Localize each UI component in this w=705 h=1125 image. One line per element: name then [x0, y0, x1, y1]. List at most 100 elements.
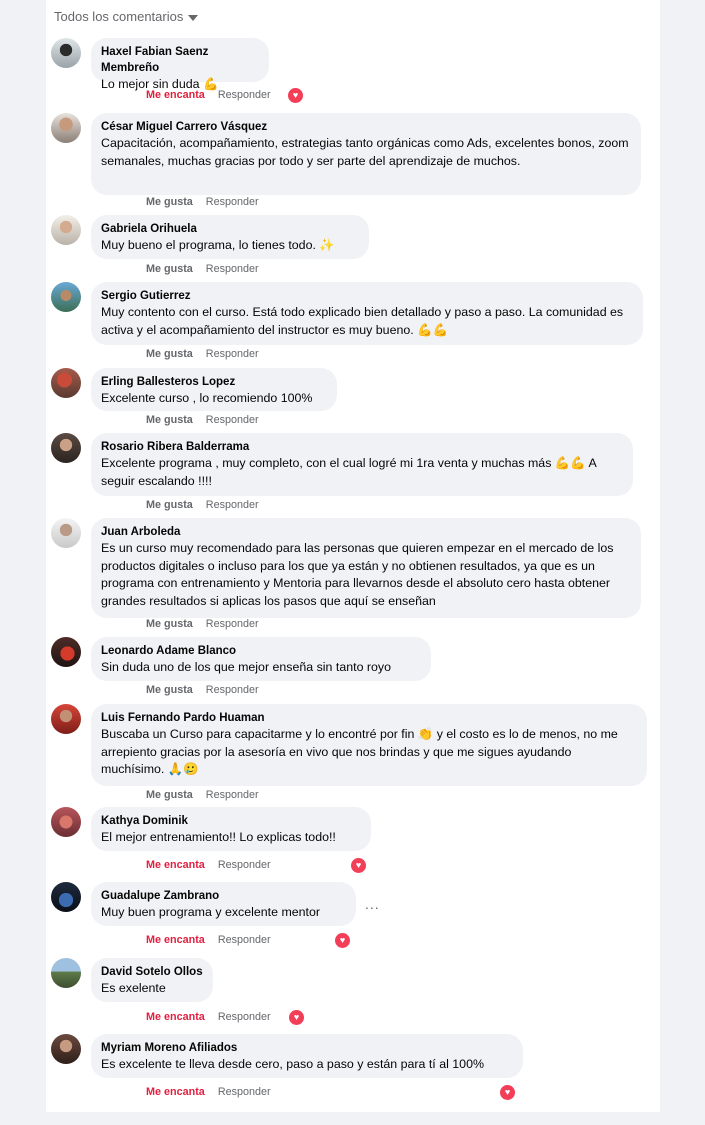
- reply-button[interactable]: Responder: [206, 499, 259, 511]
- reply-button[interactable]: Responder: [218, 934, 271, 946]
- reply-button[interactable]: Responder: [218, 1011, 271, 1023]
- love-button[interactable]: Me encanta: [146, 859, 205, 871]
- comment-actions: Me gusta Responder: [146, 196, 259, 208]
- avatar[interactable]: [51, 958, 81, 988]
- like-button[interactable]: Me gusta: [146, 789, 193, 801]
- comment-bubble: Luis Fernando Pardo Huaman Buscaba un Cu…: [91, 704, 647, 786]
- comment-bubble: Rosario Ribera Balderrama Excelente prog…: [91, 433, 633, 496]
- comment: Haxel Fabian Saenz Membreño Lo mejor sin…: [51, 38, 651, 113]
- comment-filter-dropdown[interactable]: Todos los comentarios: [54, 9, 199, 24]
- comment-author[interactable]: César Miguel Carrero Vásquez: [101, 119, 631, 135]
- reply-button[interactable]: Responder: [206, 348, 259, 360]
- like-button[interactable]: Me gusta: [146, 684, 193, 696]
- comment-actions: Me encanta Responder: [146, 1086, 271, 1098]
- comment-bubble: Guadalupe Zambrano Muy buen programa y e…: [91, 882, 356, 926]
- comment-author[interactable]: Haxel Fabian Saenz Membreño: [101, 44, 259, 76]
- comment-author[interactable]: Kathya Dominik: [101, 813, 361, 829]
- reply-button[interactable]: Responder: [206, 263, 259, 275]
- reply-button[interactable]: Responder: [206, 196, 259, 208]
- avatar[interactable]: [51, 368, 81, 398]
- avatar[interactable]: [51, 704, 81, 734]
- comment-text: Excelente curso , lo recomiendo 100%: [101, 391, 313, 405]
- love-reaction-icon[interactable]: ♥: [335, 933, 350, 948]
- comment: Gabriela Orihuela Muy bueno el programa,…: [51, 215, 651, 280]
- comment-actions: Me encanta Responder: [146, 934, 271, 946]
- reply-button[interactable]: Responder: [206, 789, 259, 801]
- comment-text: Es exelente: [101, 981, 166, 995]
- reply-button[interactable]: Responder: [206, 414, 259, 426]
- comment-text: Es excelente te lleva desde cero, paso a…: [101, 1057, 484, 1071]
- comment-text: Muy buen programa y excelente mentor: [101, 905, 321, 919]
- comment-bubble: Kathya Dominik El mejor entrenamiento!! …: [91, 807, 371, 851]
- comment-text: Capacitación, acompañamiento, estrategia…: [101, 136, 629, 168]
- comment: Leonardo Adame Blanco Sin duda uno de lo…: [51, 637, 651, 702]
- comment-text: Buscaba un Curso para capacitarme y lo e…: [101, 727, 618, 776]
- comment-bubble: Myriam Moreno Afiliados Es excelente te …: [91, 1034, 523, 1078]
- comment: César Miguel Carrero Vásquez Capacitació…: [51, 113, 651, 213]
- avatar[interactable]: [51, 282, 81, 312]
- like-button[interactable]: Me gusta: [146, 196, 193, 208]
- avatar[interactable]: [51, 637, 81, 667]
- comment-author[interactable]: Myriam Moreno Afiliados: [101, 1040, 513, 1056]
- comment-author[interactable]: Sergio Gutierrez: [101, 288, 633, 304]
- comment: David Sotelo Ollos Es exelente Me encant…: [51, 958, 651, 1028]
- comment-text: Excelente programa , muy completo, con e…: [101, 456, 597, 488]
- comment-text: El mejor entrenamiento!! Lo explicas tod…: [101, 830, 336, 844]
- avatar[interactable]: [51, 518, 81, 548]
- comment-actions: Me gusta Responder: [146, 414, 259, 426]
- comment-text: Muy contento con el curso. Está todo exp…: [101, 305, 624, 337]
- comment: Sergio Gutierrez Muy contento con el cur…: [51, 282, 651, 367]
- comment-author[interactable]: Guadalupe Zambrano: [101, 888, 346, 904]
- reply-button[interactable]: Responder: [218, 1086, 271, 1098]
- avatar[interactable]: [51, 38, 81, 68]
- avatar[interactable]: [51, 433, 81, 463]
- comment-bubble: Sergio Gutierrez Muy contento con el cur…: [91, 282, 643, 345]
- avatar[interactable]: [51, 1034, 81, 1064]
- comment-actions: Me gusta Responder: [146, 618, 259, 630]
- reply-button[interactable]: Responder: [206, 684, 259, 696]
- like-button[interactable]: Me gusta: [146, 263, 193, 275]
- love-button[interactable]: Me encanta: [146, 89, 205, 101]
- comment-actions: Me gusta Responder: [146, 263, 259, 275]
- avatar[interactable]: [51, 215, 81, 245]
- reply-button[interactable]: Responder: [218, 859, 271, 871]
- more-options-button[interactable]: ...: [365, 896, 380, 912]
- comment-author[interactable]: Erling Ballesteros Lopez: [101, 374, 327, 390]
- love-reaction-icon[interactable]: ♥: [500, 1085, 515, 1100]
- love-button[interactable]: Me encanta: [146, 1086, 205, 1098]
- comment-actions: Me encanta Responder: [146, 1011, 271, 1023]
- comment-actions: Me gusta Responder: [146, 684, 259, 696]
- avatar[interactable]: [51, 807, 81, 837]
- comments-panel: Todos los comentarios Haxel Fabian Saenz…: [46, 0, 660, 1112]
- like-button[interactable]: Me gusta: [146, 618, 193, 630]
- comment-actions: Me gusta Responder: [146, 789, 259, 801]
- avatar[interactable]: [51, 882, 81, 912]
- comment-author[interactable]: Leonardo Adame Blanco: [101, 643, 421, 659]
- reply-button[interactable]: Responder: [206, 618, 259, 630]
- comment-author[interactable]: David Sotelo Ollos: [101, 964, 203, 980]
- avatar[interactable]: [51, 113, 81, 143]
- comment-actions: Me gusta Responder: [146, 499, 259, 511]
- comment-author[interactable]: Juan Arboleda: [101, 524, 631, 540]
- love-reaction-icon[interactable]: ♥: [288, 88, 303, 103]
- like-button[interactable]: Me gusta: [146, 499, 193, 511]
- like-button[interactable]: Me gusta: [146, 348, 193, 360]
- love-reaction-icon[interactable]: ♥: [351, 858, 366, 873]
- love-button[interactable]: Me encanta: [146, 934, 205, 946]
- comment-author[interactable]: Luis Fernando Pardo Huaman: [101, 710, 637, 726]
- love-reaction-icon[interactable]: ♥: [289, 1010, 304, 1025]
- comment-bubble: César Miguel Carrero Vásquez Capacitació…: [91, 113, 641, 195]
- comment-text: Es un curso muy recomendado para las per…: [101, 541, 614, 608]
- love-button[interactable]: Me encanta: [146, 1011, 205, 1023]
- like-button[interactable]: Me gusta: [146, 414, 193, 426]
- comment-author[interactable]: Gabriela Orihuela: [101, 221, 359, 237]
- reply-button[interactable]: Responder: [218, 89, 271, 101]
- comment: Guadalupe Zambrano Muy buen programa y e…: [51, 882, 651, 952]
- comment-author[interactable]: Rosario Ribera Balderrama: [101, 439, 623, 455]
- comment-bubble: Haxel Fabian Saenz Membreño Lo mejor sin…: [91, 38, 269, 91]
- comment-bubble: Juan Arboleda Es un curso muy recomendad…: [91, 518, 641, 618]
- chevron-down-icon: [188, 14, 199, 21]
- comment-bubble: Erling Ballesteros Lopez Excelente curso…: [91, 368, 337, 411]
- comment-actions: Me gusta Responder: [146, 348, 259, 360]
- comment: Myriam Moreno Afiliados Es excelente te …: [51, 1034, 651, 1104]
